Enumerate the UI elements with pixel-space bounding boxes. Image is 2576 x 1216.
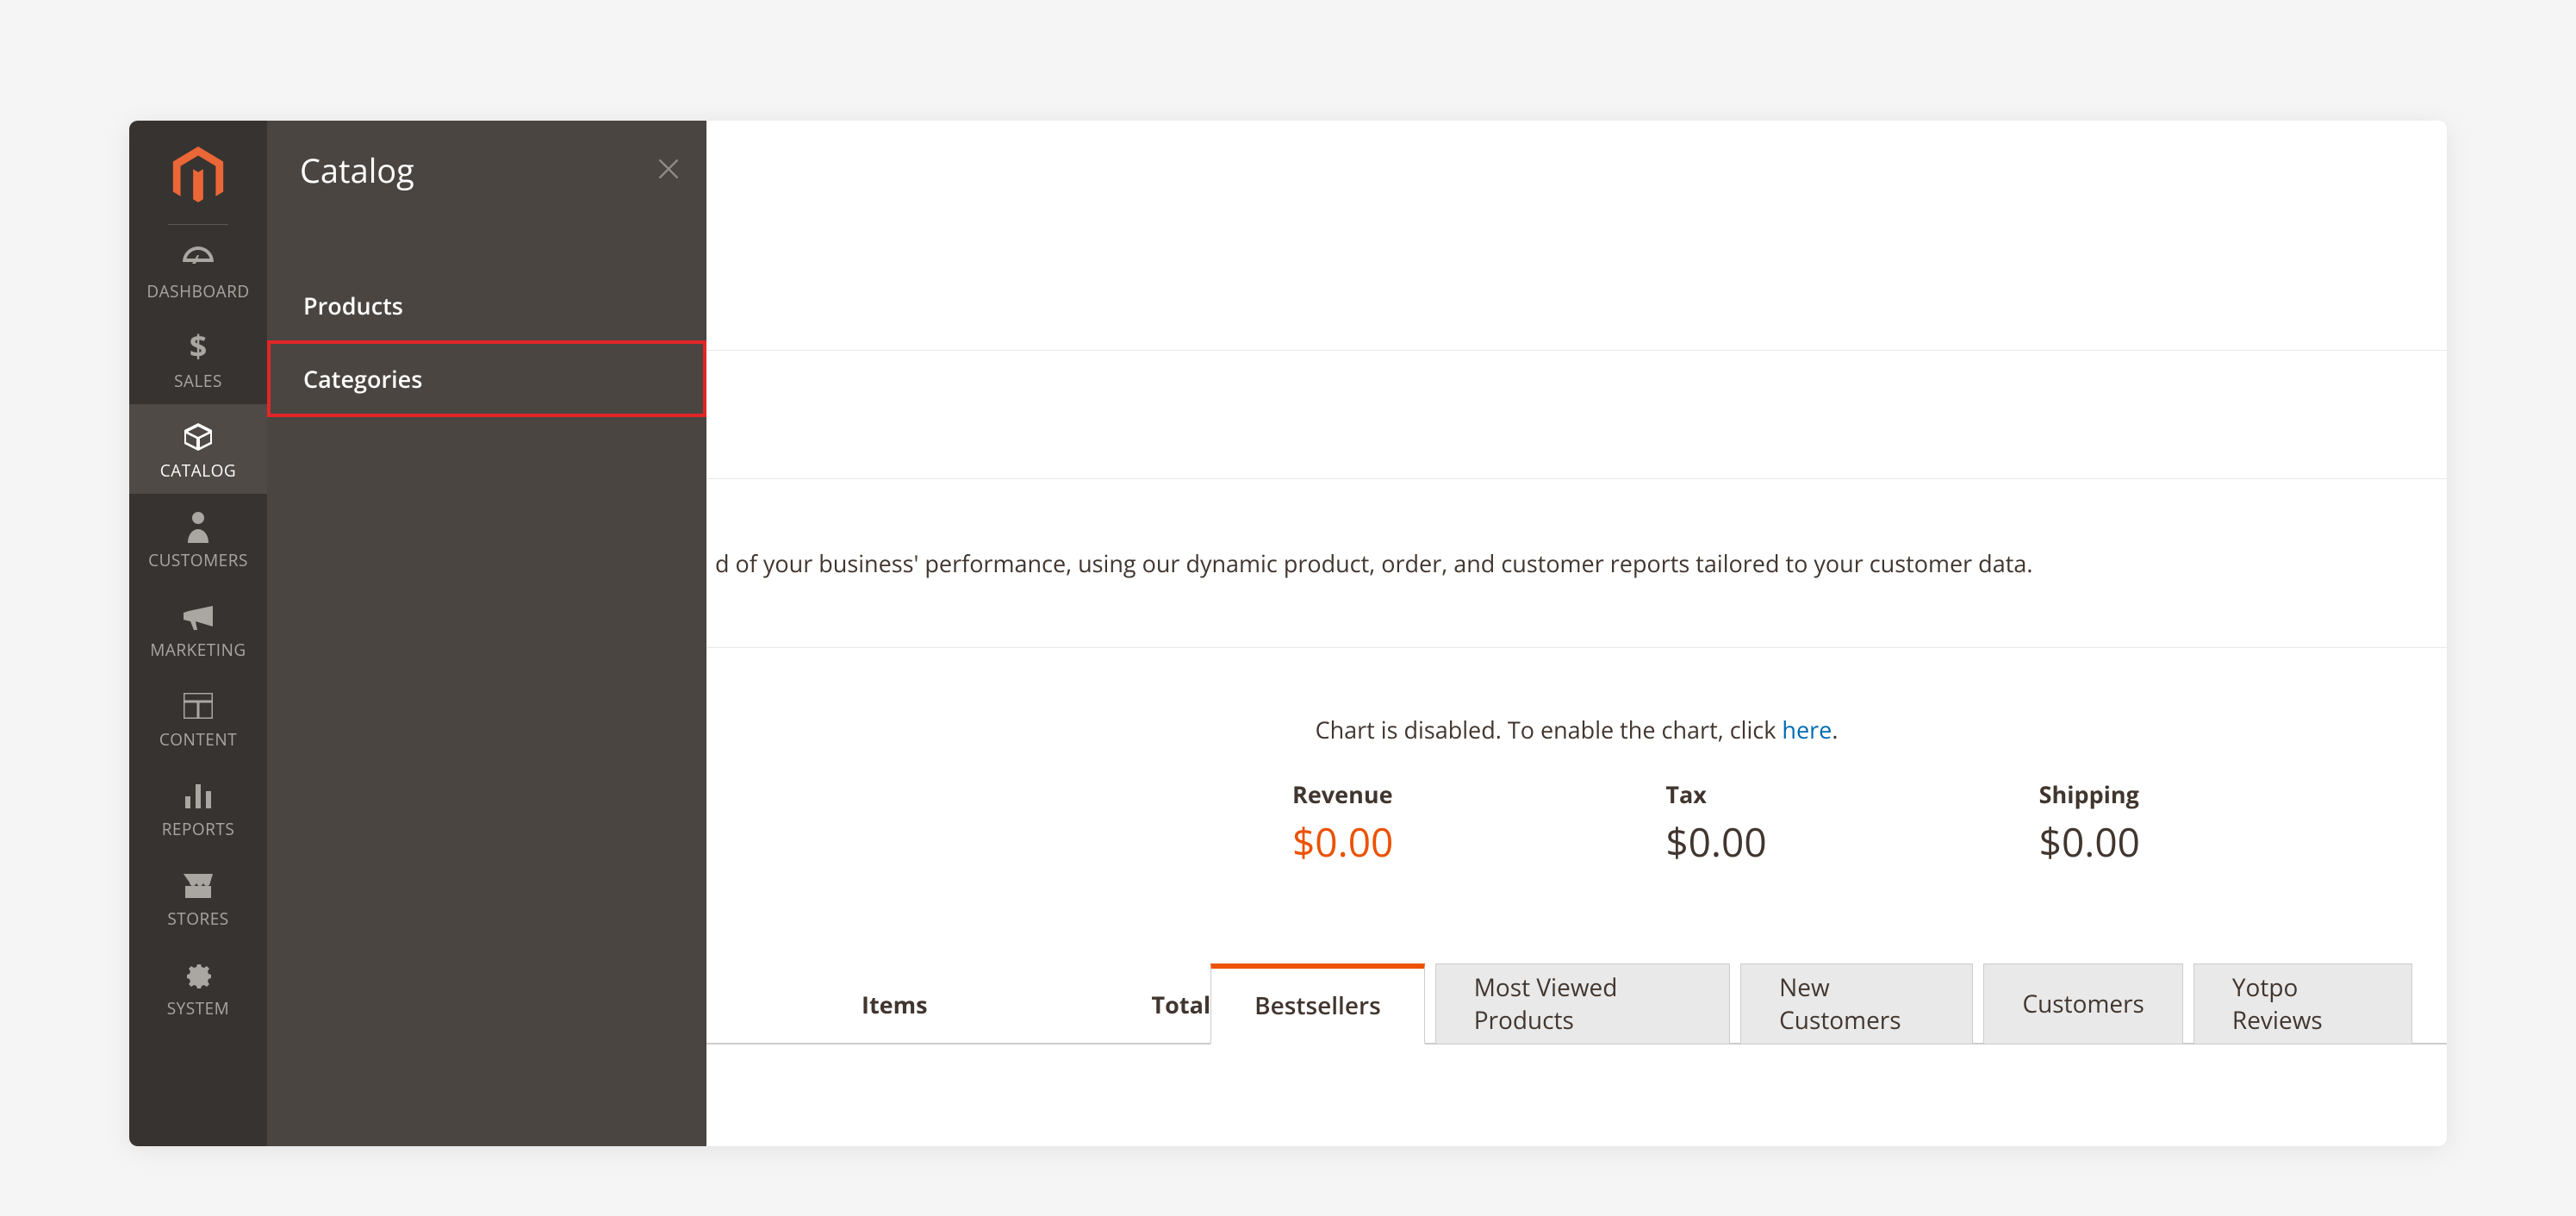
- sidebar-item-dashboard[interactable]: DASHBOARD: [129, 225, 267, 315]
- catalog-flyout-panel: Catalog Products Categories: [267, 121, 706, 1146]
- box-icon: [183, 421, 214, 452]
- metric-value: $0.00: [1292, 815, 1665, 869]
- sidebar-item-label: CONTENT: [159, 728, 237, 751]
- tab-customers[interactable]: Customers: [1983, 963, 2182, 1045]
- sidebar-item-label: REPORTS: [162, 818, 235, 840]
- sidebar-item-content[interactable]: CONTENT: [129, 673, 267, 763]
- sidebar-item-catalog[interactable]: CATALOG: [129, 404, 267, 494]
- close-flyout-button[interactable]: [656, 157, 681, 185]
- sidebar-item-label: STORES: [167, 907, 228, 930]
- description-row: d of your business' performance, using o…: [706, 479, 2447, 648]
- chart-notice-prefix: Chart is disabled. To enable the chart, …: [1316, 714, 1783, 745]
- tab-new-customers[interactable]: New Customers: [1740, 963, 1973, 1045]
- barchart-icon: [184, 780, 213, 811]
- metric-value: $0.00: [1665, 815, 2038, 869]
- metric-label: Revenue: [1292, 778, 1665, 810]
- banner-band: [706, 350, 2447, 479]
- layout-icon: [184, 690, 213, 721]
- metrics-row: Revenue $0.00 Tax $0.00 Shipping $0.00: [706, 778, 2447, 869]
- metric-value: $0.00: [2039, 815, 2412, 869]
- metric-revenue: Revenue $0.00: [1292, 778, 1665, 869]
- tab-bestsellers[interactable]: Bestsellers: [1210, 963, 1425, 1045]
- sidebar-item-system[interactable]: SYSTEM: [129, 942, 267, 1032]
- person-icon: [186, 511, 210, 542]
- metric-label: Shipping: [2039, 778, 2412, 810]
- description-text: d of your business' performance, using o…: [715, 547, 2032, 579]
- metric-tax: Tax $0.00: [1665, 778, 2038, 869]
- gear-icon: [184, 959, 213, 990]
- metric-label: Tax: [1665, 778, 2038, 810]
- sidebar-item-customers[interactable]: CUSTOMERS: [129, 494, 267, 583]
- flyout-item-categories[interactable]: Categories: [267, 340, 706, 417]
- chart-notice: Chart is disabled. To enable the chart, …: [706, 648, 2447, 778]
- lower-columns: Items Total: [741, 963, 1210, 1045]
- tab-most-viewed-products[interactable]: Most Viewed Products: [1435, 963, 1730, 1045]
- sidebar-item-label: SALES: [174, 370, 222, 392]
- sidebar-item-label: MARKETING: [150, 639, 246, 661]
- gauge-icon: [181, 242, 215, 273]
- tabs: Bestsellers Most Viewed Products New Cus…: [1210, 963, 2412, 1045]
- sidebar-item-sales[interactable]: $ SALES: [129, 315, 267, 404]
- magento-logo[interactable]: [129, 121, 267, 224]
- app-window: DASHBOARD $ SALES CATALOG CUSTOMERS MARK…: [129, 121, 2447, 1146]
- tabs-section: Items Total Bestsellers Most Viewed Prod…: [706, 963, 2447, 1045]
- enable-chart-link[interactable]: here: [1782, 714, 1832, 745]
- sidebar-item-label: DASHBOARD: [146, 280, 249, 302]
- sidebar-item-label: CATALOG: [160, 459, 236, 482]
- sidebar-item-reports[interactable]: REPORTS: [129, 763, 267, 852]
- sidebar-item-label: SYSTEM: [167, 997, 230, 1020]
- svg-text:$: $: [190, 330, 208, 365]
- chart-notice-suffix: .: [1832, 714, 1838, 745]
- col-total: Total: [1152, 988, 1211, 1020]
- flyout-item-products[interactable]: Products: [300, 271, 681, 340]
- flyout-title: Catalog: [300, 148, 414, 193]
- top-blank: [706, 121, 2447, 350]
- store-icon: [182, 870, 215, 901]
- main-content: d of your business' performance, using o…: [706, 121, 2447, 1146]
- sidebar-item-marketing[interactable]: MARKETING: [129, 583, 267, 673]
- tab-yotpo-reviews[interactable]: Yotpo Reviews: [2193, 963, 2412, 1045]
- dollar-icon: $: [188, 332, 208, 363]
- sidebar-item-label: CUSTOMERS: [148, 549, 248, 571]
- col-items: Items: [862, 988, 928, 1020]
- icon-sidebar: DASHBOARD $ SALES CATALOG CUSTOMERS MARK…: [129, 121, 267, 1146]
- metric-shipping: Shipping $0.00: [2039, 778, 2412, 869]
- megaphone-icon: [182, 601, 215, 632]
- close-icon: [656, 166, 681, 185]
- metrics-spacer: [741, 778, 1292, 869]
- sidebar-item-stores[interactable]: STORES: [129, 852, 267, 942]
